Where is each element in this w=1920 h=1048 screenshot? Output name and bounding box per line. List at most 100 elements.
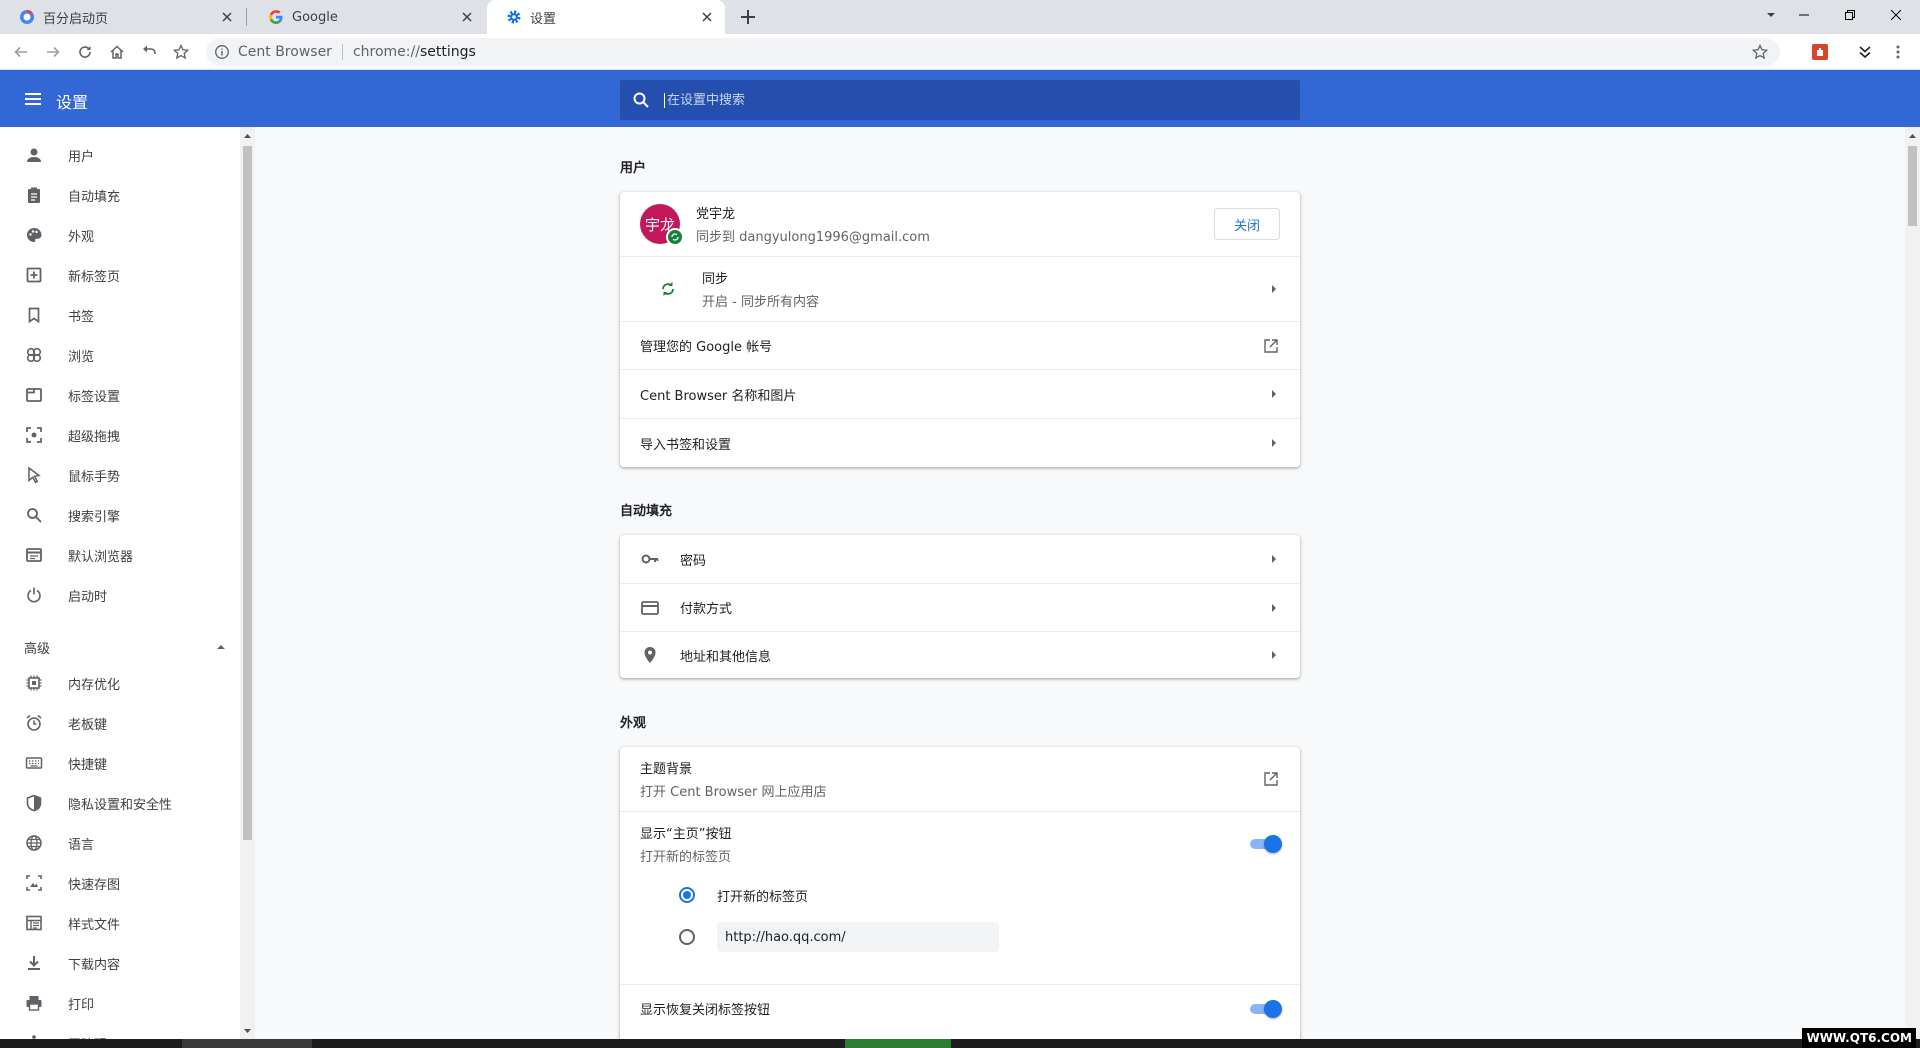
- payments-row[interactable]: 付款方式: [620, 583, 1300, 631]
- account-name: 党宇龙: [696, 207, 736, 222]
- restore-button[interactable]: [1827, 0, 1873, 30]
- bookmark-page-star-icon[interactable]: [1752, 44, 1768, 60]
- undo-close-tab-button[interactable]: [139, 42, 159, 62]
- scroll-down-arrow-icon[interactable]: [243, 1027, 252, 1035]
- theme-row[interactable]: 主题背景 打开 Cent Browser 网上应用店: [620, 747, 1300, 811]
- restore-tab-toggle[interactable]: [1248, 999, 1282, 1018]
- minimize-button[interactable]: [1781, 0, 1827, 30]
- sidebar-item[interactable]: 内存优化: [0, 663, 240, 703]
- scroll-up-arrow-icon[interactable]: [243, 132, 252, 140]
- key-icon: [641, 554, 659, 564]
- search-input[interactable]: [664, 92, 1264, 108]
- section-heading-autofill: 自动填充: [620, 504, 673, 519]
- close-tab-icon[interactable]: [219, 9, 235, 25]
- sidebar-item[interactable]: 快捷键: [0, 743, 240, 783]
- sidebar-item[interactable]: 标签设置: [0, 375, 240, 415]
- sidebar-scroll-thumb[interactable]: [243, 146, 252, 840]
- import-row[interactable]: 导入书签和设置: [620, 418, 1300, 467]
- advanced-toggle[interactable]: 高级: [24, 635, 225, 659]
- sidebar-item[interactable]: 启动时: [0, 575, 240, 615]
- radio-custom-url[interactable]: [679, 929, 695, 945]
- sidebar-item[interactable]: 超级拖拽: [0, 415, 240, 455]
- new-tab-button[interactable]: [736, 5, 760, 29]
- sidebar-item[interactable]: 打印: [0, 983, 240, 1023]
- tab-settings[interactable]: 设置: [487, 0, 725, 34]
- sidebar-item-label: 隐私设置和安全性: [68, 797, 173, 813]
- sidebar-item-label: 内存优化: [68, 677, 121, 693]
- home-button-toggle[interactable]: [1248, 834, 1282, 853]
- sidebar-item[interactable]: 新标签页: [0, 255, 240, 295]
- sidebar-item[interactable]: 老板键: [0, 703, 240, 743]
- tab-start-page[interactable]: 百分启动页: [0, 0, 245, 34]
- sidebar-item[interactable]: 自动填充: [0, 175, 240, 215]
- close-window-button[interactable]: [1873, 0, 1919, 30]
- power-icon: [27, 587, 41, 603]
- sidebar-item[interactable]: 浏览: [0, 335, 240, 375]
- home-button-title: 显示“主页”按钮: [640, 826, 732, 842]
- theme-subtitle: 打开 Cent Browser 网上应用店: [640, 785, 827, 800]
- sidebar-item[interactable]: 搜索引擎: [0, 495, 240, 535]
- clipboard-icon: [28, 187, 40, 203]
- radio-new-tab-row[interactable]: 打开新的标签页: [620, 875, 1300, 915]
- sidebar-item[interactable]: 样式文件: [0, 903, 240, 943]
- sidebar-item-label: 快速存图: [68, 877, 121, 893]
- sidebar-item[interactable]: 无障碍: [0, 1023, 240, 1039]
- sidebar-item[interactable]: 鼠标手势: [0, 455, 240, 495]
- turn-off-sync-button[interactable]: 关闭: [1214, 208, 1280, 240]
- passwords-row[interactable]: 密码: [620, 535, 1300, 583]
- omnibox[interactable]: Cent Browser chrome://settings: [206, 38, 1780, 66]
- settings-search[interactable]: [620, 80, 1300, 120]
- radio-custom-url-row[interactable]: [620, 915, 1300, 959]
- sidebar-item[interactable]: 书签: [0, 295, 240, 335]
- info-icon[interactable]: [214, 44, 230, 60]
- radio-new-tab[interactable]: [679, 887, 695, 903]
- back-button[interactable]: [11, 42, 31, 62]
- sidebar-item-label: 鼠标手势: [68, 469, 121, 485]
- sidebar-item[interactable]: 下载内容: [0, 943, 240, 983]
- sidebar-item[interactable]: 语言: [0, 823, 240, 863]
- more-vert-icon: [1896, 45, 1900, 59]
- name-picture-row[interactable]: Cent Browser 名称和图片: [620, 369, 1300, 418]
- sidebar-item-label: 样式文件: [68, 917, 121, 933]
- minimize-icon: [1799, 14, 1809, 16]
- sidebar-item[interactable]: 隐私设置和安全性: [0, 783, 240, 823]
- avatar: 宇龙: [640, 204, 684, 246]
- home-button-row[interactable]: 显示“主页”按钮 打开新的标签页: [620, 811, 1300, 875]
- sidebar-item[interactable]: 默认浏览器: [0, 535, 240, 575]
- sidebar-item-label: 用户: [68, 149, 95, 165]
- tab-google[interactable]: Google: [249, 0, 485, 34]
- menu-button[interactable]: [1888, 42, 1908, 62]
- cent-menu-button[interactable]: [1855, 42, 1875, 62]
- hamburger-menu-icon[interactable]: [24, 90, 42, 108]
- reload-button[interactable]: [75, 42, 95, 62]
- extension-button[interactable]: [1810, 42, 1830, 62]
- taskbar-item[interactable]: [845, 1039, 951, 1048]
- taskbar-item[interactable]: [182, 1039, 312, 1048]
- manage-google-account-row[interactable]: 管理您的 Google 帐号: [620, 321, 1300, 369]
- sidebar-item-label: 默认浏览器: [68, 549, 134, 565]
- tab-title: 设置: [530, 11, 557, 27]
- scroll-up-arrow-icon[interactable]: [1908, 132, 1917, 140]
- sync-row[interactable]: 同步 开启 - 同步所有内容: [620, 256, 1300, 321]
- arrow-right-icon: [1272, 285, 1276, 293]
- custom-home-url-input[interactable]: [717, 922, 999, 952]
- bookmark-star-button[interactable]: [171, 42, 191, 62]
- addresses-label: 地址和其他信息: [680, 649, 772, 665]
- restore-tab-button-row[interactable]: 显示恢复关闭标签按钮: [620, 984, 1300, 1032]
- addresses-row[interactable]: 地址和其他信息: [620, 631, 1300, 678]
- forward-button[interactable]: [43, 42, 63, 62]
- sidebar-item[interactable]: 快速存图: [0, 863, 240, 903]
- tab-icon: [26, 388, 42, 402]
- home-button[interactable]: [107, 42, 127, 62]
- close-tab-icon[interactable]: [459, 9, 475, 25]
- arrow-right-icon: [1272, 651, 1276, 659]
- main-scroll-thumb[interactable]: [1908, 146, 1917, 226]
- close-tab-icon[interactable]: [699, 9, 715, 25]
- sidebar-item[interactable]: 用户: [0, 135, 240, 175]
- new-tab-icon: [26, 267, 42, 283]
- sidebar-item-label: 快捷键: [68, 757, 108, 773]
- sync-email: 同步到 dangyulong1996@gmail.com: [696, 230, 930, 245]
- manage-google-label: 管理您的 Google 帐号: [640, 340, 773, 355]
- sidebar-item[interactable]: 外观: [0, 215, 240, 255]
- main-scrollbar[interactable]: [1905, 127, 1920, 1039]
